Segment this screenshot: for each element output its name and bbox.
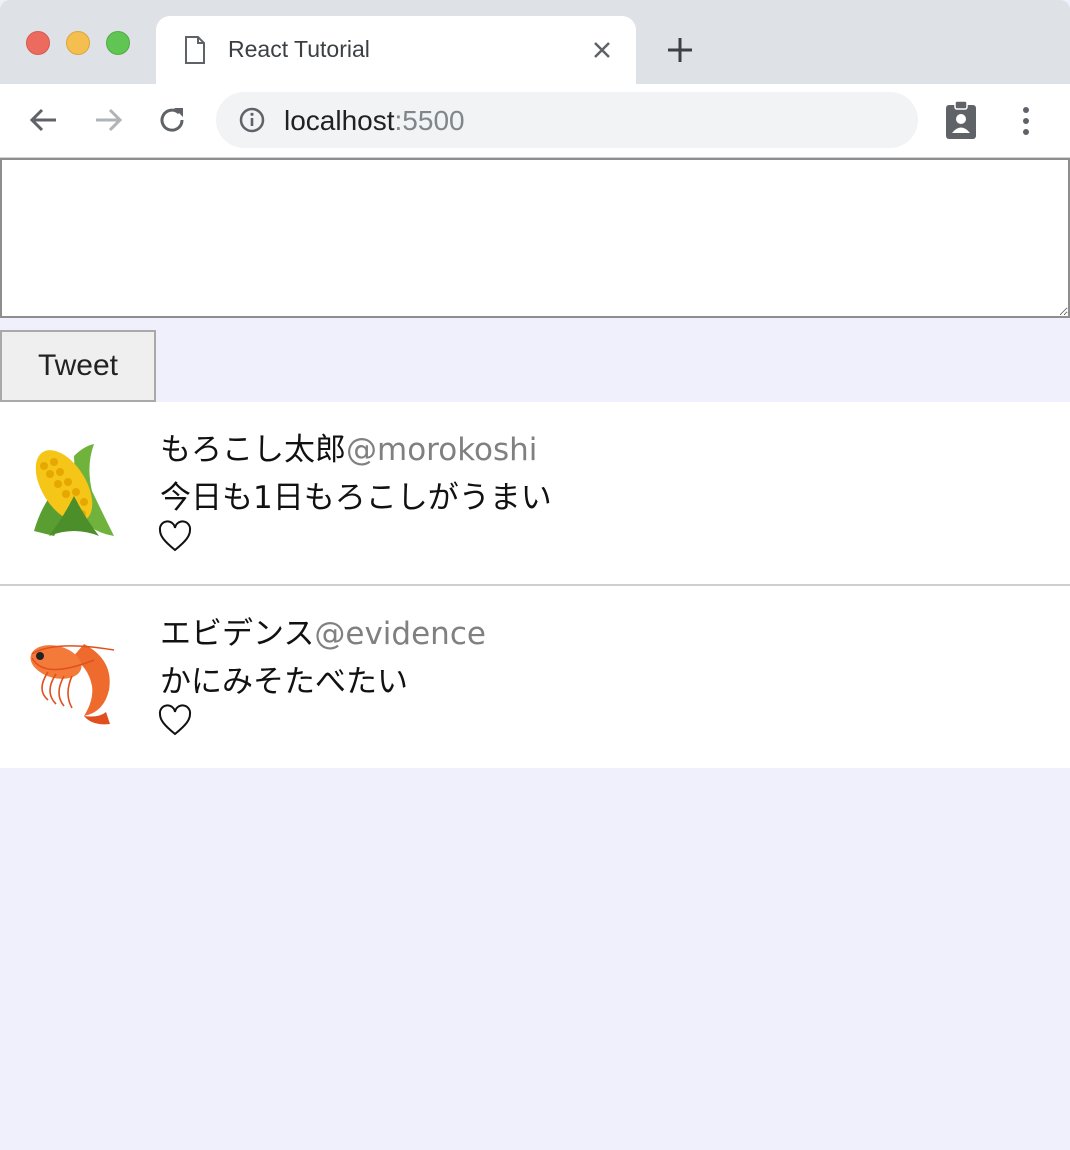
tweet-textarea[interactable] bbox=[0, 158, 1070, 318]
page-content: Tweet もろこし太郎@morokoshi 今日も1日もろこしがうまい エビデ… bbox=[0, 158, 1070, 1150]
tweet-button[interactable]: Tweet bbox=[0, 330, 156, 402]
tweet-author: もろこし太郎@morokoshi bbox=[160, 424, 537, 469]
plus-icon[interactable] bbox=[666, 36, 694, 64]
url-host: localhost bbox=[284, 105, 395, 136]
display-name: もろこし太郎 bbox=[160, 432, 346, 468]
zoom-window-button[interactable] bbox=[106, 31, 130, 55]
browser-toolbar: localhost:5500 bbox=[0, 84, 1070, 158]
shrimp-icon bbox=[30, 644, 115, 725]
corn-icon bbox=[34, 444, 114, 536]
reload-icon[interactable] bbox=[154, 102, 190, 138]
browser-tab[interactable]: React Tutorial bbox=[156, 16, 636, 84]
address-bar[interactable]: localhost:5500 bbox=[216, 92, 918, 148]
tweet-text: 今日も1日もろこしがうまい bbox=[160, 480, 552, 516]
arrow-right-icon[interactable] bbox=[90, 102, 126, 138]
document-icon bbox=[185, 36, 205, 64]
close-icon[interactable] bbox=[592, 40, 612, 60]
info-icon[interactable] bbox=[238, 106, 266, 134]
display-name: エビデンス bbox=[160, 616, 315, 652]
url-port: :5500 bbox=[394, 105, 465, 136]
kebab-menu-icon[interactable] bbox=[1014, 106, 1038, 136]
user-handle: @evidence bbox=[314, 616, 486, 652]
heart-icon[interactable] bbox=[158, 520, 192, 554]
user-handle: @morokoshi bbox=[346, 432, 538, 468]
clipboard-user-icon[interactable] bbox=[944, 100, 978, 140]
heart-icon[interactable] bbox=[158, 704, 192, 738]
tweet-item: エビデンス@evidence かにみそたべたい bbox=[0, 586, 1070, 768]
browser-titlebar: React Tutorial bbox=[0, 0, 1070, 84]
tweet-author: エビデンス@evidence bbox=[160, 608, 486, 653]
arrow-left-icon[interactable] bbox=[26, 102, 62, 138]
url-text: localhost:5500 bbox=[284, 105, 465, 137]
tweet-item: もろこし太郎@morokoshi 今日も1日もろこしがうまい bbox=[0, 402, 1070, 586]
tweet-text: かにみそたべたい bbox=[160, 664, 408, 700]
minimize-window-button[interactable] bbox=[66, 31, 90, 55]
close-window-button[interactable] bbox=[26, 31, 50, 55]
tab-title: React Tutorial bbox=[228, 36, 370, 62]
